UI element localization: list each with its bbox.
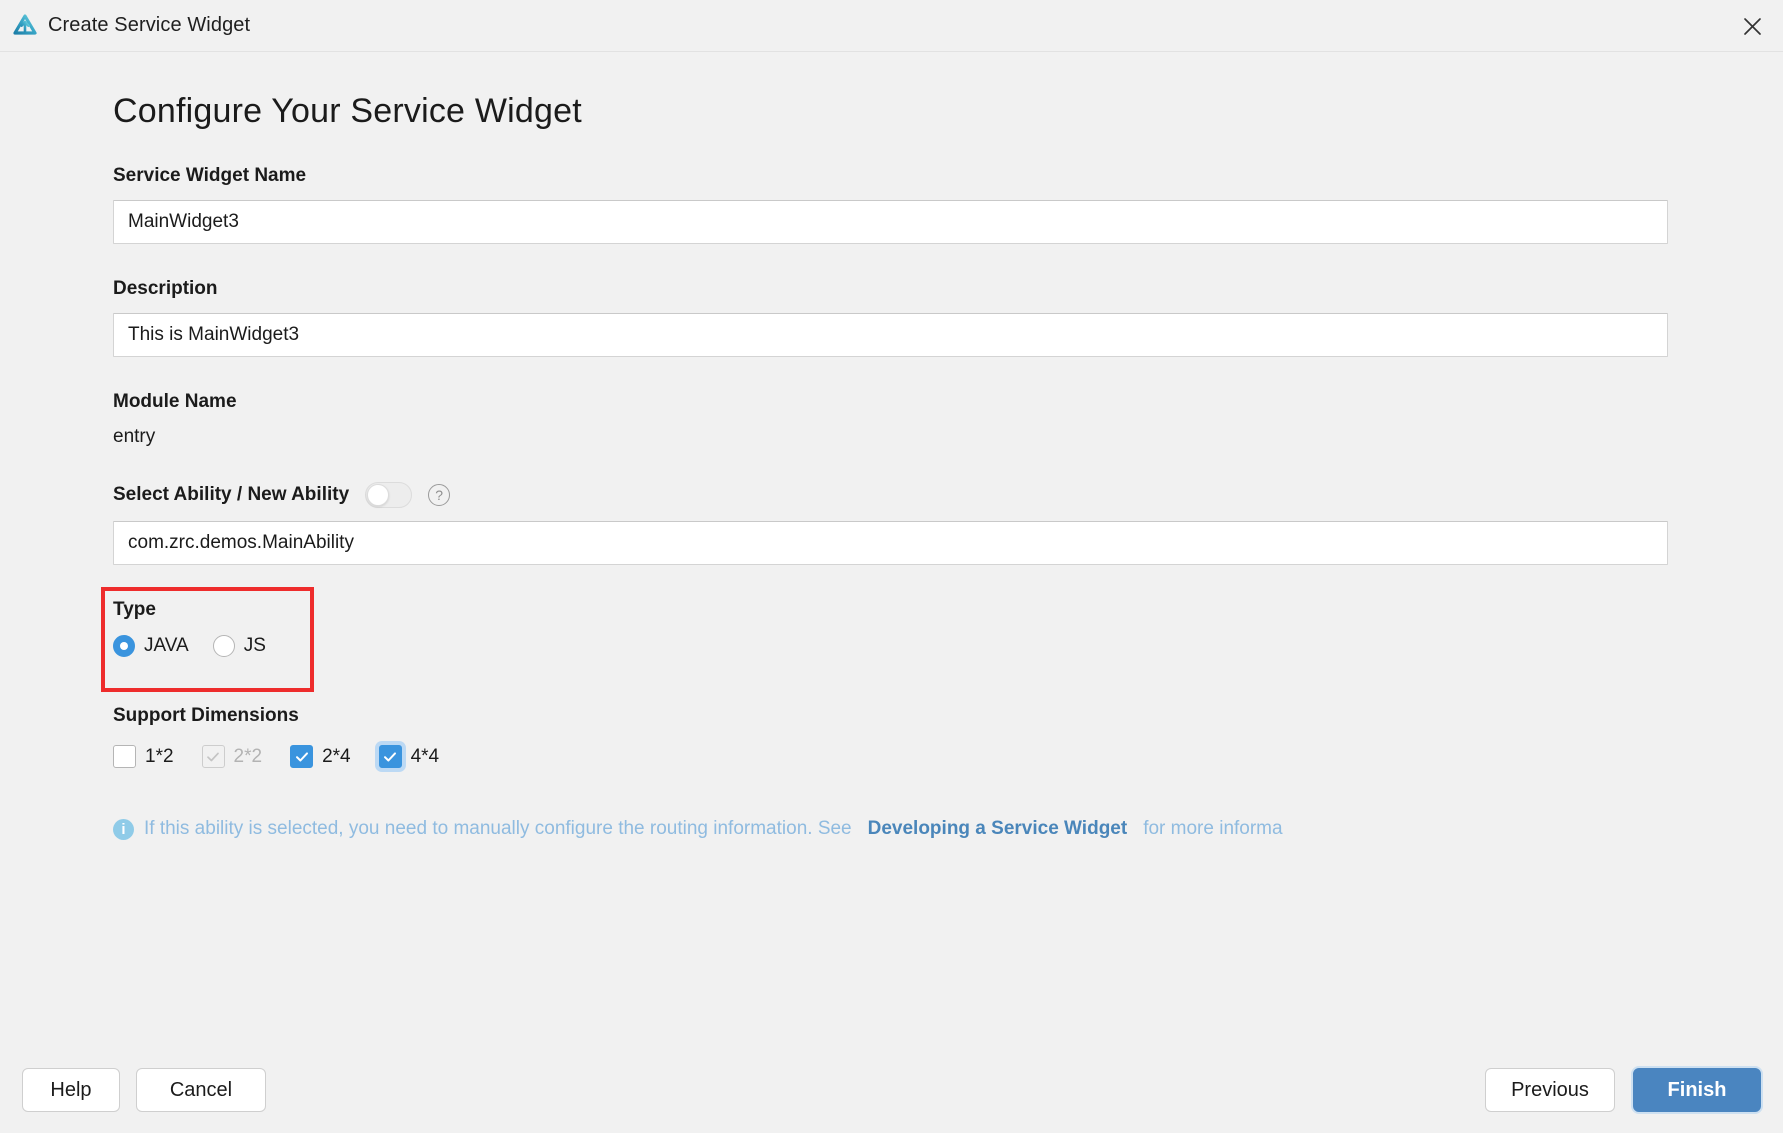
- type-group: Type JAVA JS: [101, 587, 1668, 692]
- radio-java-indicator: [113, 635, 135, 657]
- cancel-button[interactable]: Cancel: [136, 1068, 266, 1112]
- ability-label: Select Ability / New Ability: [113, 484, 350, 505]
- developing-service-widget-link[interactable]: Developing a Service Widget: [868, 818, 1128, 840]
- type-radio-row: JAVA JS: [113, 635, 1668, 657]
- checkbox-2x2-indicator: [201, 745, 225, 768]
- routing-info-note: i If this ability is selected, you need …: [113, 818, 1713, 840]
- radio-java-label: JAVA: [144, 635, 189, 656]
- help-button[interactable]: Help: [22, 1068, 120, 1112]
- radio-js-indicator: [212, 635, 235, 657]
- question-mark-icon[interactable]: ?: [428, 484, 451, 506]
- type-label: Type: [113, 599, 156, 620]
- ability-input[interactable]: com.zrc.demos.MainAbility: [113, 521, 1668, 565]
- new-ability-toggle[interactable]: [365, 482, 413, 508]
- support-dimensions-label: Support Dimensions: [113, 705, 299, 726]
- checkbox-2x4-label: 2*4: [322, 745, 351, 767]
- radio-js-label: JS: [243, 635, 266, 656]
- radio-option-js[interactable]: JS: [212, 635, 266, 657]
- close-icon[interactable]: [1721, 0, 1783, 52]
- support-dimensions-row: 1*2 2*2 2*4 4*4: [113, 745, 1668, 768]
- checkbox-1x2-indicator: [113, 745, 136, 768]
- previous-button[interactable]: Previous: [1485, 1068, 1615, 1112]
- create-service-widget-dialog: Create Service Widget Configure Your Ser…: [0, 0, 1783, 1133]
- support-dimensions-group: Support Dimensions 1*2 2*2 2*4 4*4: [113, 705, 1668, 768]
- checkbox-option-2x4[interactable]: 2*4: [290, 745, 351, 768]
- checkbox-option-1x2[interactable]: 1*2: [113, 745, 174, 768]
- checkbox-option-4x4[interactable]: 4*4: [378, 745, 440, 768]
- checkbox-4x4-indicator: [378, 745, 402, 768]
- titlebar: Create Service Widget: [0, 0, 1783, 52]
- window-title: Create Service Widget: [48, 14, 251, 36]
- description-input[interactable]: This is MainWidget3: [113, 313, 1668, 357]
- module-name-value: entry: [113, 426, 156, 447]
- checkbox-4x4-label: 4*4: [410, 745, 440, 767]
- widget-name-label: Service Widget Name: [113, 165, 307, 186]
- note-text-after: for more informa: [1143, 818, 1283, 839]
- checkbox-1x2-label: 1*2: [145, 745, 174, 767]
- checkbox-2x4-indicator: [290, 745, 314, 768]
- note-text-before: If this ability is selected, you need to…: [144, 818, 852, 839]
- checkbox-option-2x2: 2*2: [201, 745, 263, 768]
- radio-option-java[interactable]: JAVA: [113, 635, 189, 657]
- page-title: Configure Your Service Widget: [113, 92, 582, 130]
- footer-left-buttons: Help Cancel: [22, 1068, 266, 1112]
- module-name-label: Module Name: [113, 391, 237, 412]
- widget-name-input[interactable]: MainWidget3: [113, 200, 1668, 244]
- toggle-knob: [367, 484, 390, 506]
- info-icon: i: [113, 818, 134, 840]
- description-label: Description: [113, 278, 218, 299]
- dialog-body: Configure Your Service Widget Service Wi…: [0, 52, 1783, 1047]
- dialog-footer: Help Cancel Previous Finish: [0, 1047, 1783, 1133]
- checkbox-2x2-label: 2*2: [233, 745, 263, 767]
- ability-row: Select Ability / New Ability ?: [113, 482, 1668, 508]
- footer-right-buttons: Previous Finish: [1485, 1068, 1761, 1112]
- finish-button[interactable]: Finish: [1633, 1068, 1761, 1112]
- huawei-devstudio-logo-icon: [12, 13, 38, 39]
